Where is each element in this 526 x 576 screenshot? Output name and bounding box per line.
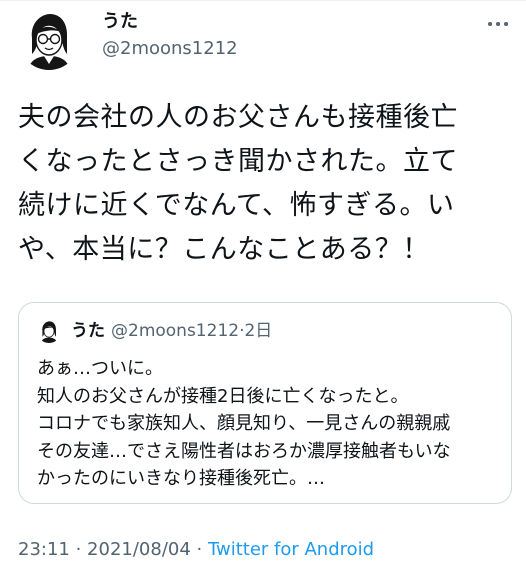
tweet-date[interactable]: 2021/08/04 — [87, 539, 191, 560]
author-display-name[interactable]: うた — [102, 11, 138, 33]
quoted-timestamp: 2日 — [244, 321, 273, 341]
author-handle[interactable]: @2moons1212 — [102, 38, 238, 60]
more-options-button[interactable] — [484, 14, 512, 34]
quoted-author-name: うた — [71, 321, 105, 341]
quoted-author-handle: @2moons1212 — [111, 321, 240, 341]
quoted-author-avatar — [37, 319, 61, 343]
avatar-illustration-icon — [37, 319, 61, 343]
quoted-tweet-text: あぁ…ついに。 知人のお父さんが接種2日後に亡くなったと。 コロナでも家族知人、… — [37, 358, 451, 489]
more-horizontal-icon — [488, 22, 508, 26]
tweet-time[interactable]: 23:11 — [18, 539, 70, 560]
top-divider — [0, 0, 526, 1]
quoted-tweet-header: うた @2moons1212·2日 — [71, 320, 272, 342]
tweet-text: 夫の会社の人のお父さんも接種後亡 くなったとさっき聞かされた。立て 続けに近くで… — [18, 102, 458, 265]
meta-separator: · — [190, 539, 208, 560]
meta-separator: · — [69, 539, 88, 560]
tweet-meta: 23:11 · 2021/08/04 · Twitter for Android — [18, 538, 374, 562]
author-avatar[interactable] — [18, 8, 80, 70]
avatar-illustration-icon — [18, 8, 80, 70]
tweet-source-link[interactable]: Twitter for Android — [208, 539, 374, 560]
quoted-tweet-card[interactable]: うた @2moons1212·2日 あぁ…ついに。 知人のお父さんが接種2日後に亡… — [18, 302, 512, 504]
